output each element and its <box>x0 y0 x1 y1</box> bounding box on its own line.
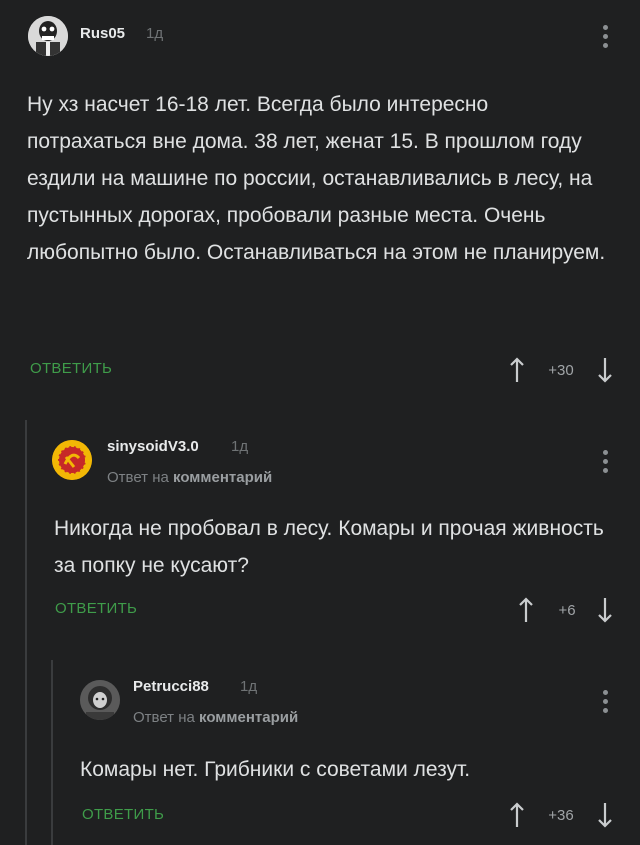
timestamp: 1д <box>240 678 258 695</box>
reply-target-link[interactable]: комментарий <box>173 469 272 486</box>
photo-avatar-icon <box>80 680 120 720</box>
reply-button[interactable]: ОТВЕТИТЬ <box>30 360 112 377</box>
reply-button[interactable]: ОТВЕТИТЬ <box>55 600 137 617</box>
reply-button[interactable]: ОТВЕТИТЬ <box>82 806 164 823</box>
avatar[interactable] <box>52 440 92 480</box>
avatar[interactable] <box>28 16 68 56</box>
reply-to-label: Ответ на комментарий <box>133 709 298 726</box>
reply-prefix: Ответ на <box>133 709 195 726</box>
arrow-down-icon[interactable] <box>597 357 613 383</box>
comment-text: Ну хз насчет 16-18 лет. Всегда было инте… <box>27 93 606 264</box>
comment-text: Комары нет. Грибники с советами лезут. <box>80 758 471 781</box>
reply-to-label: Ответ на комментарий <box>107 469 272 486</box>
arrow-down-icon[interactable] <box>597 597 613 623</box>
timestamp: 1д <box>146 25 164 42</box>
arrow-down-icon[interactable] <box>597 802 613 828</box>
arrow-up-icon[interactable] <box>509 357 525 383</box>
author-name[interactable]: Petrucci88 <box>133 678 209 695</box>
more-options-icon[interactable] <box>603 450 609 477</box>
more-options-icon[interactable] <box>603 690 609 717</box>
score: +6 <box>558 602 576 619</box>
reply-target-link[interactable]: комментарий <box>199 709 298 726</box>
author-name[interactable]: sinysoidV3.0 <box>107 438 199 455</box>
arrow-up-icon[interactable] <box>518 597 534 623</box>
more-options-icon[interactable] <box>603 25 609 52</box>
skeleton-avatar-icon <box>28 16 68 56</box>
thread-line-level-2 <box>51 660 53 845</box>
score: +36 <box>548 807 574 824</box>
emblem-avatar-icon <box>52 440 92 480</box>
score: +30 <box>548 362 574 379</box>
reply-prefix: Ответ на <box>107 469 169 486</box>
timestamp: 1д <box>231 438 249 455</box>
author-name[interactable]: Rus05 <box>80 25 125 42</box>
thread-line-level-1 <box>25 420 27 845</box>
avatar[interactable] <box>80 680 120 720</box>
comment-text: Никогда не пробовал в лесу. Комары и про… <box>54 517 604 577</box>
arrow-up-icon[interactable] <box>509 802 525 828</box>
